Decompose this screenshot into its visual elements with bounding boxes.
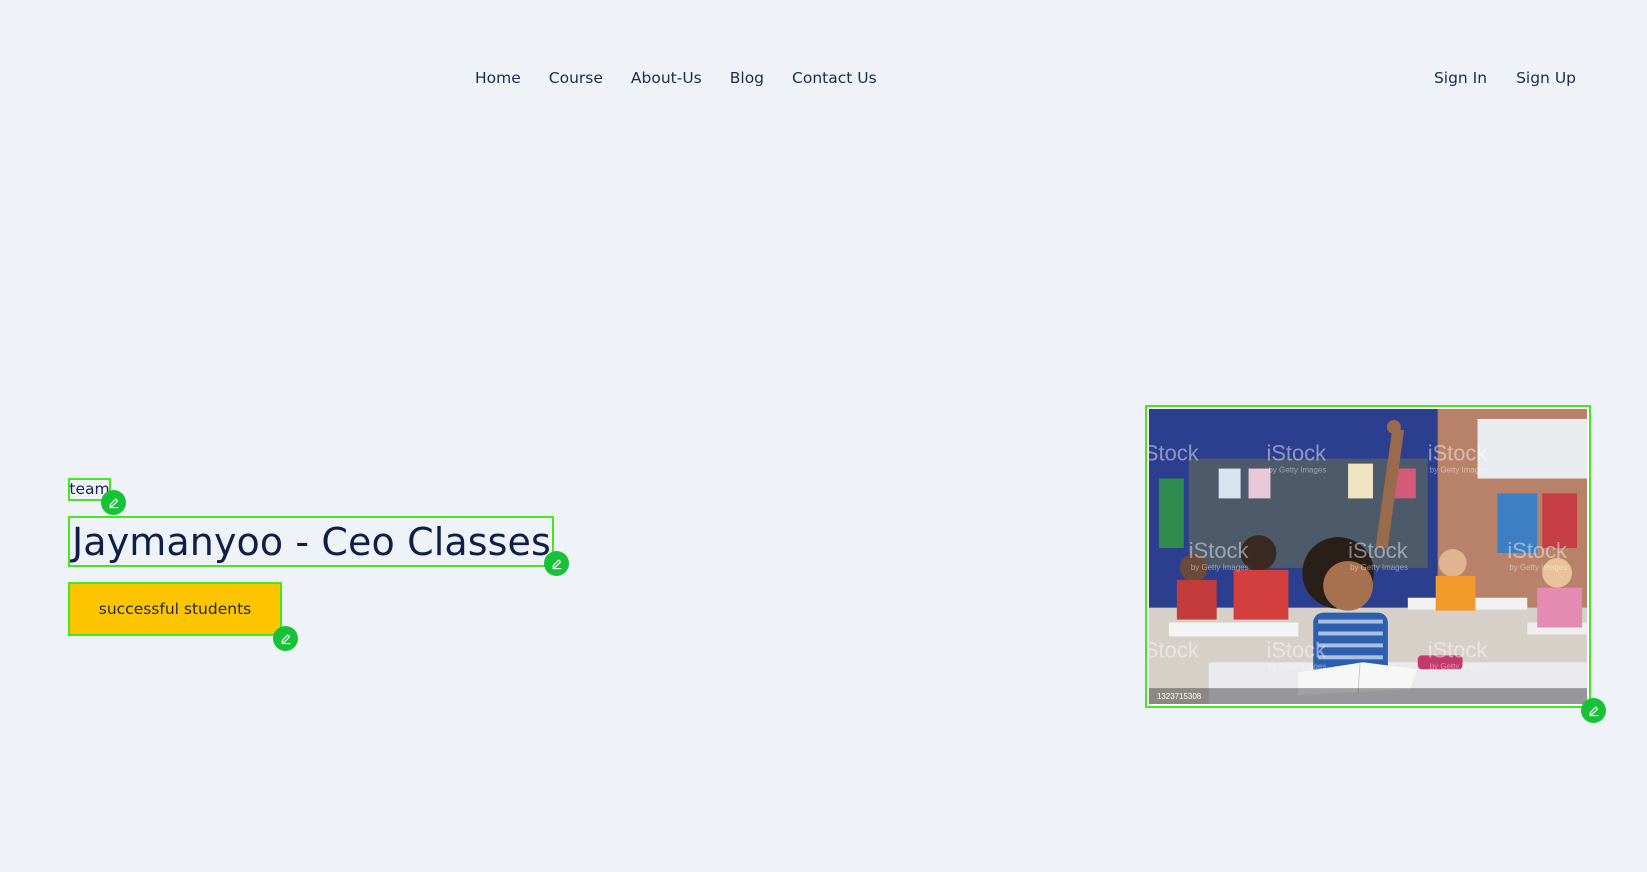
watermark-text: iStock: [1348, 538, 1408, 563]
nav-about-us-link[interactable]: About-Us: [631, 66, 702, 90]
watermark-subtext: by Getty Images: [1430, 662, 1488, 671]
watermark-subtext: by Getty Images: [1191, 563, 1249, 572]
nav-blog-link[interactable]: Blog: [730, 66, 764, 90]
stock-id: 1323715308: [1157, 692, 1202, 701]
watermark-text: iStock: [1149, 441, 1199, 466]
watermark-text: iStock: [1266, 637, 1326, 662]
sign-up-link[interactable]: Sign Up: [1516, 66, 1576, 90]
watermark-text: iStock: [1507, 538, 1567, 563]
pencil-icon: [551, 558, 561, 569]
edit-tag-button[interactable]: [101, 490, 126, 515]
watermark-subtext: by Getty Images: [1430, 466, 1488, 475]
nav-course-link[interactable]: Course: [549, 66, 603, 90]
edit-cta-button[interactable]: [273, 626, 298, 651]
main-nav: Home Course About-Us Blog Contact Us: [475, 66, 877, 90]
nav-contact-us-link[interactable]: Contact Us: [792, 66, 877, 90]
edit-image-button[interactable]: [1581, 698, 1606, 723]
sign-in-link[interactable]: Sign In: [1434, 66, 1487, 90]
pencil-icon: [108, 497, 118, 508]
nav-home-link[interactable]: Home: [475, 66, 521, 90]
pencil-icon: [280, 633, 290, 644]
classroom-photo: iStock iStock iStock iStock iStock iStoc…: [1149, 409, 1587, 704]
cta-label: successful students: [98, 600, 252, 618]
hero-image-frame[interactable]: iStock iStock iStock iStock iStock iStoc…: [1145, 405, 1591, 708]
watermark-text: iStock: [1428, 441, 1488, 466]
hero-title[interactable]: Jaymanyoo - Ceo Classes: [68, 516, 554, 567]
watermark-subtext: by Getty Images: [1268, 466, 1326, 475]
watermark-subtext: by Getty Images: [1509, 563, 1567, 572]
hero-title-text: Jaymanyoo - Ceo Classes: [72, 519, 551, 564]
watermark-text: iStock: [1189, 538, 1249, 563]
auth-nav: Sign In Sign Up: [1434, 66, 1576, 90]
watermark-text: iStock: [1266, 441, 1326, 466]
watermark-subtext: by Getty Images: [1350, 563, 1408, 572]
pencil-icon: [1588, 705, 1598, 716]
edit-title-button[interactable]: [544, 551, 569, 576]
watermark-subtext: by Getty Images: [1268, 662, 1326, 671]
successful-students-button[interactable]: successful students: [68, 582, 282, 636]
watermark-text: iStock: [1428, 637, 1488, 662]
watermark-text: iStock: [1149, 637, 1199, 662]
